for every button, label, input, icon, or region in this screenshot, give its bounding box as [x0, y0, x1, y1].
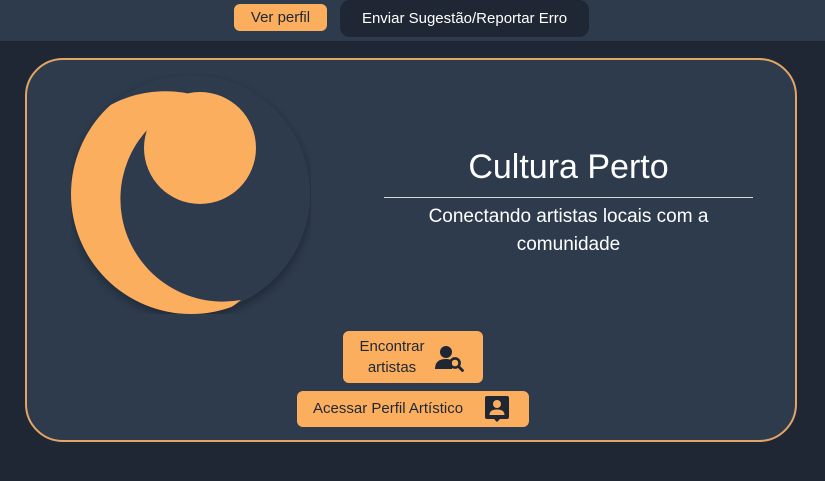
encontrar-artistas-label: Encontrar artistas	[359, 338, 425, 376]
acessar-perfil-artistico-button[interactable]: Acessar Perfil Artístico	[297, 391, 529, 427]
crescent-moon-logo	[71, 74, 311, 314]
top-navigation-bar: Ver perfil Enviar Sugestão/Reportar Erro	[0, 0, 825, 41]
ver-perfil-button[interactable]: Ver perfil	[234, 4, 327, 31]
acessar-perfil-label: Acessar Perfil Artístico	[313, 400, 464, 417]
app-subtitle: Conectando artistas locais com a comunid…	[428, 206, 709, 255]
encontrar-artistas-button[interactable]: Encontrar artistas	[343, 331, 483, 383]
hero-card: Cultura Perto Conectando artistas locais…	[25, 58, 797, 442]
enviar-sugestao-button[interactable]: Enviar Sugestão/Reportar Erro	[340, 0, 589, 37]
title-divider	[384, 197, 753, 198]
app-title: Cultura Perto	[468, 148, 669, 186]
artist-profile-icon	[484, 395, 510, 423]
user-search-icon	[435, 344, 465, 372]
